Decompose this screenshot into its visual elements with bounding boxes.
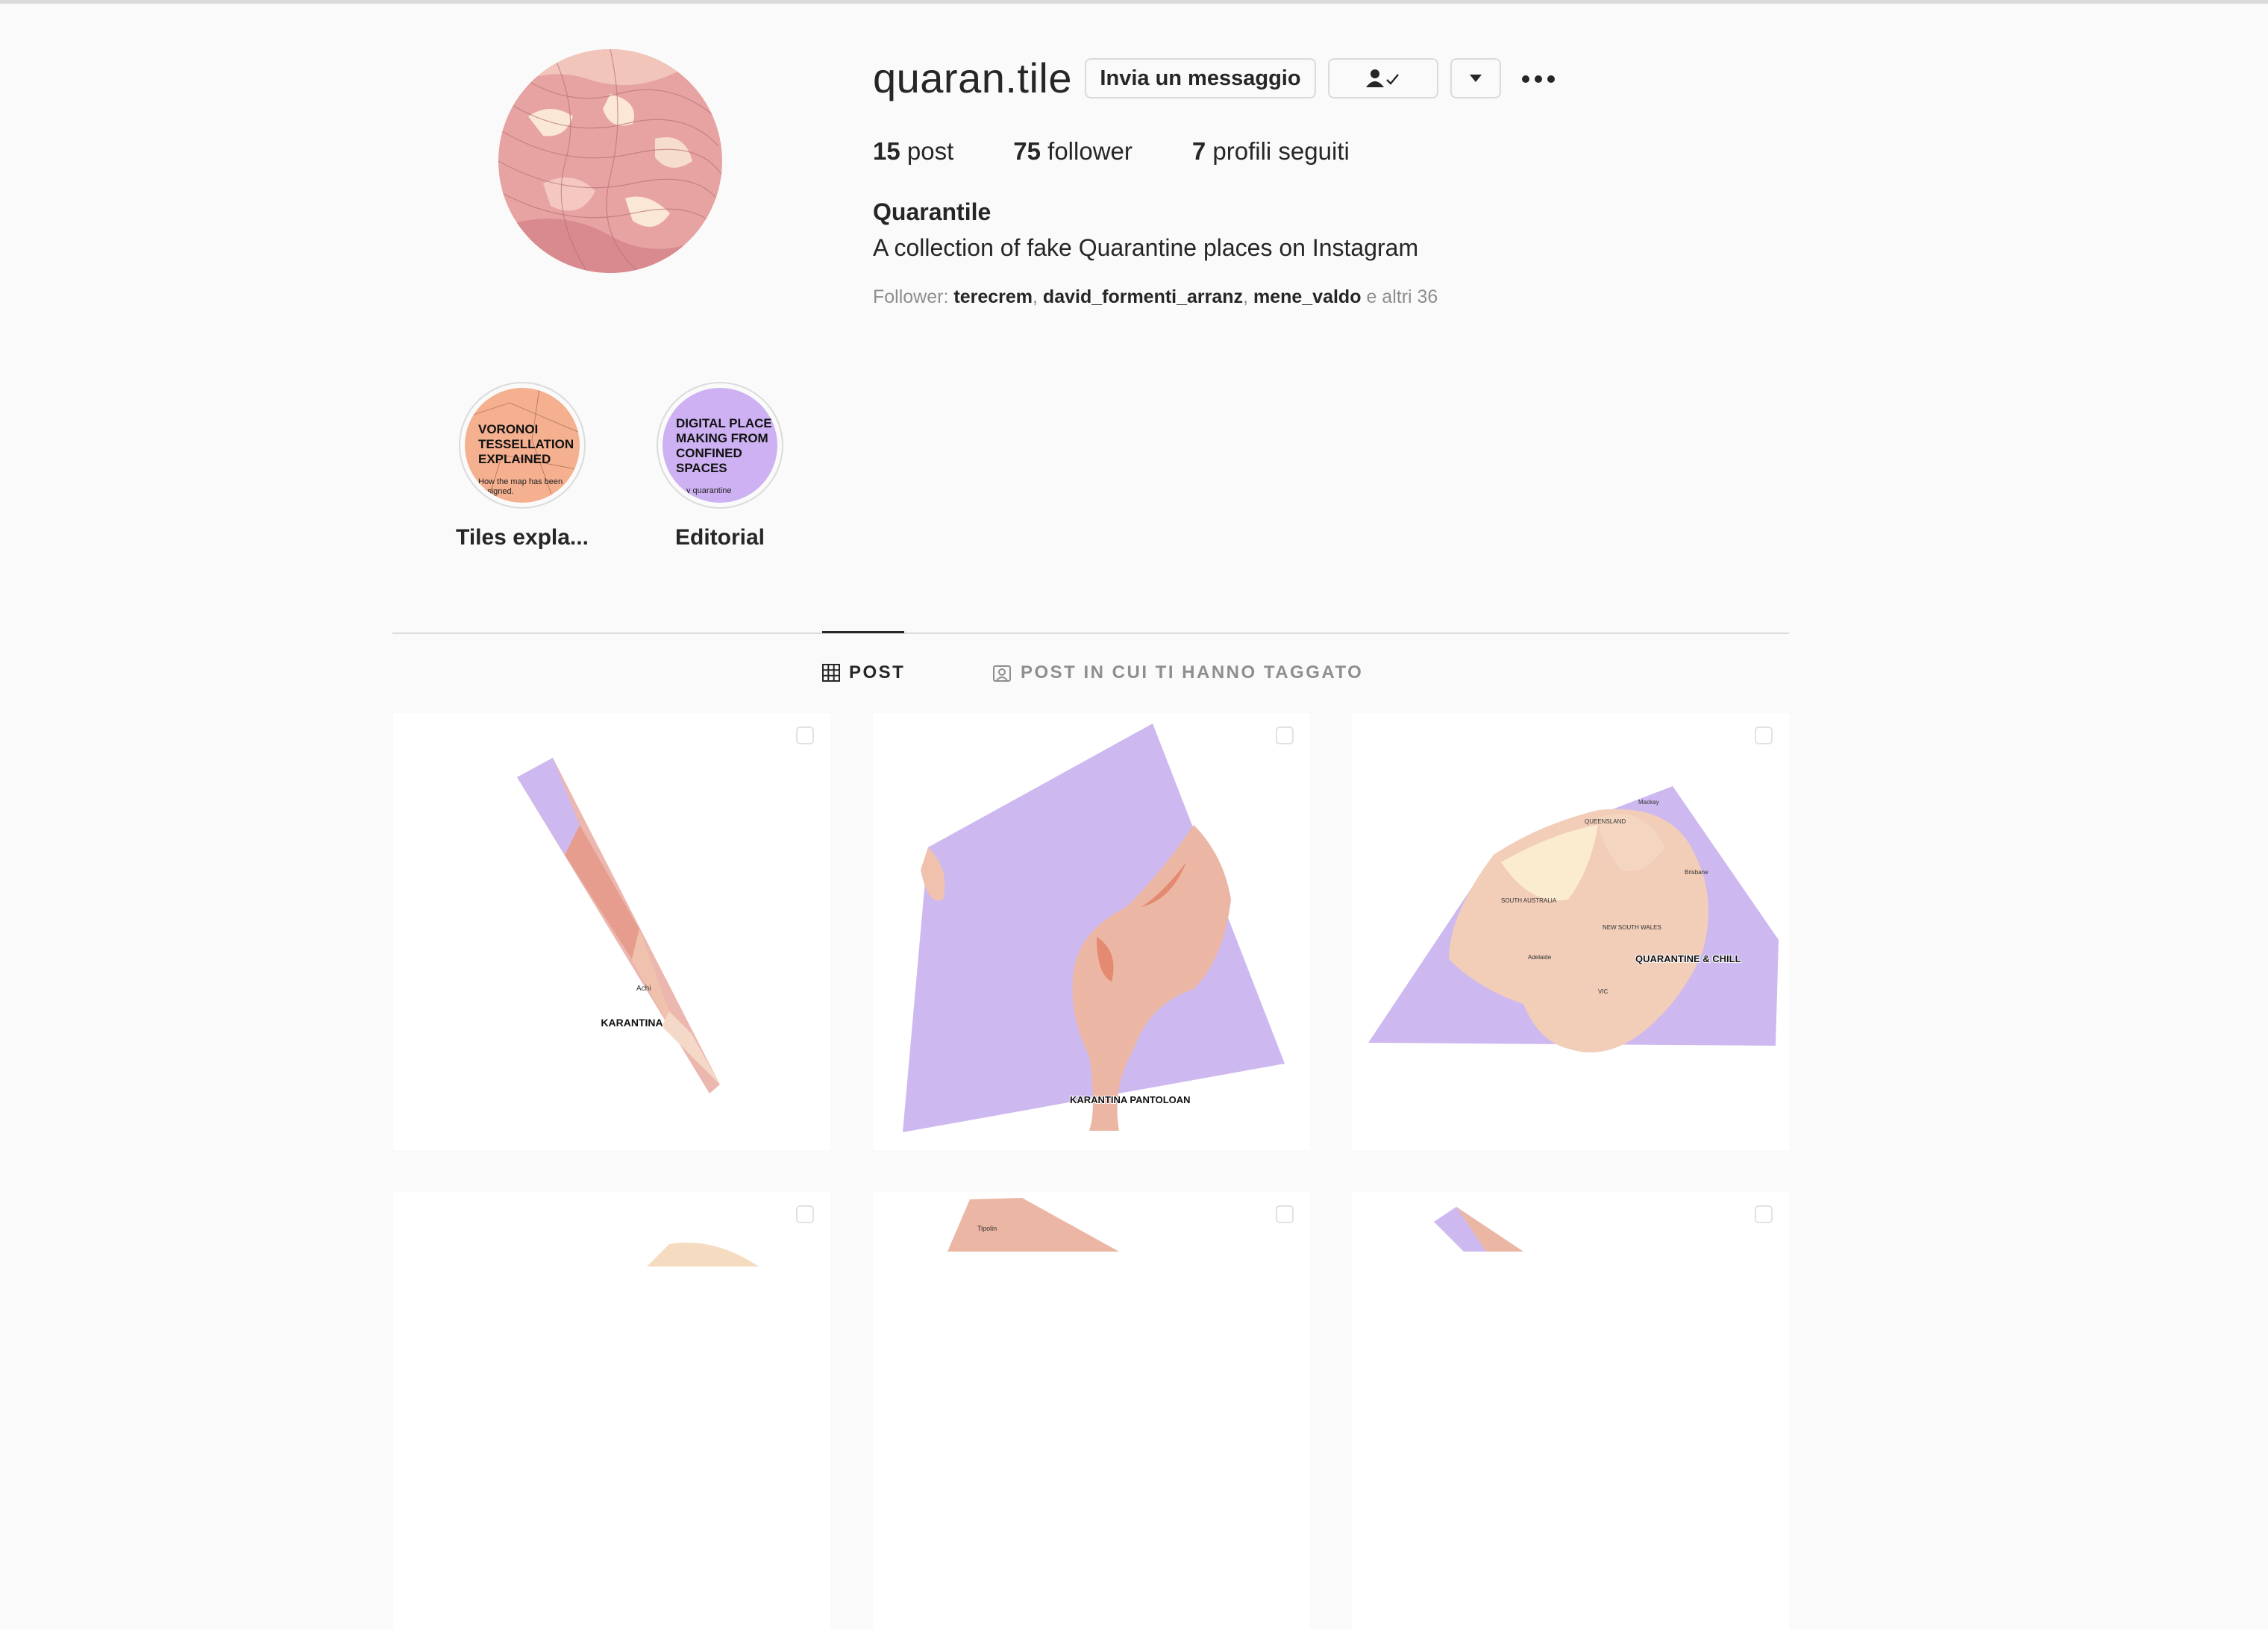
active-tab-indicator bbox=[822, 631, 904, 633]
follower-name[interactable]: mene_valdo bbox=[1253, 286, 1362, 307]
stat-following[interactable]: 7 profili seguiti bbox=[1192, 137, 1350, 166]
map-label: Adelaide bbox=[1528, 954, 1552, 961]
follower-name[interactable]: terecrem bbox=[953, 286, 1033, 307]
multi-photo-icon bbox=[796, 726, 814, 744]
post-tile[interactable]: Tipolin bbox=[873, 1192, 1310, 1629]
multi-photo-icon bbox=[796, 1205, 814, 1223]
stat-followers[interactable]: 75 follower bbox=[1013, 137, 1133, 166]
highlight-tiles-explained[interactable]: VORONOI TESSELLATION EXPLAINED How the m… bbox=[444, 382, 601, 550]
multi-photo-icon bbox=[1276, 1205, 1294, 1223]
stat-posts[interactable]: 15 post bbox=[873, 137, 953, 166]
message-button[interactable]: Invia un messaggio bbox=[1085, 58, 1316, 98]
map-label: SOUTH AUSTRALIA bbox=[1501, 897, 1557, 904]
more-dots-icon bbox=[1522, 75, 1529, 83]
map-label: Brisbane bbox=[1685, 869, 1708, 876]
follower-name[interactable]: david_formenti_arranz bbox=[1043, 286, 1243, 307]
caret-down-icon bbox=[1470, 75, 1482, 82]
post-tile[interactable] bbox=[393, 1192, 830, 1629]
map-label: QUEENSLAND bbox=[1585, 818, 1626, 825]
highlight-editorial[interactable]: DIGITAL PLACE MAKING FROM CONFINED SPACE… bbox=[642, 382, 798, 550]
map-label: NEW SOUTH WALES bbox=[1603, 924, 1661, 931]
highlight-cover: VORONOI TESSELLATION EXPLAINED How the m… bbox=[459, 382, 586, 509]
suggestions-dropdown-button[interactable] bbox=[1450, 58, 1501, 98]
place-label: KARANTINA bbox=[601, 1017, 662, 1029]
highlight-cover-subtitle: How the map has been designed. bbox=[478, 477, 563, 496]
profile-stats: 15 post 75 follower 7 profili seguiti bbox=[873, 137, 1409, 166]
post-tile[interactable]: KARANTINA PANTOLOAN bbox=[873, 713, 1310, 1150]
top-border bbox=[0, 0, 2268, 4]
profile-avatar[interactable] bbox=[498, 49, 722, 273]
highlight-cover-title: DIGITAL PLACE MAKING FROM CONFINED SPACE… bbox=[676, 416, 772, 475]
post-tile[interactable]: QUEENSLAND SOUTH AUSTRALIA NEW SOUTH WAL… bbox=[1352, 713, 1789, 1150]
place-label: QUARANTINE & CHILL bbox=[1635, 953, 1741, 964]
person-check-icon bbox=[1366, 69, 1399, 87]
multi-photo-icon bbox=[1276, 726, 1294, 744]
highlight-label: Editorial bbox=[674, 525, 765, 550]
highlight-cover: DIGITAL PLACE MAKING FROM CONFINED SPACE… bbox=[657, 382, 783, 509]
map-label: Mackay bbox=[1638, 799, 1659, 806]
profile-full-name: Quarantile bbox=[873, 198, 992, 225]
multi-photo-icon bbox=[1755, 1205, 1773, 1223]
more-options-button[interactable] bbox=[1517, 63, 1559, 95]
multi-photo-icon bbox=[1755, 726, 1773, 744]
tagged-icon bbox=[993, 665, 1011, 682]
highlight-label: Tiles expla... bbox=[456, 525, 589, 550]
map-label: Achi bbox=[636, 985, 651, 993]
map-label: Tipolin bbox=[977, 1225, 997, 1232]
following-button[interactable] bbox=[1328, 58, 1438, 98]
grid-icon bbox=[822, 664, 840, 682]
post-tile[interactable]: Achi KARANTINA bbox=[393, 713, 830, 1150]
map-label: VIC bbox=[1598, 988, 1608, 995]
place-label: KARANTINA PANTOLOAN bbox=[1070, 1094, 1191, 1105]
followed-by[interactable]: Follower: terecrem, david_formenti_arran… bbox=[873, 286, 1438, 308]
highlight-cover-title: VORONOI TESSELLATION EXPLAINED bbox=[478, 422, 574, 466]
tab-tagged[interactable]: POST IN CUI TI HANNO TAGGATO bbox=[992, 662, 1363, 683]
profile-username: quaran.tile bbox=[873, 54, 1073, 101]
profile-bio: A collection of fake Quarantine places o… bbox=[873, 234, 1419, 261]
post-tile[interactable] bbox=[1352, 1192, 1789, 1629]
highlight-cover-subtitle: y quarantine bbox=[686, 486, 732, 495]
tabs-divider bbox=[392, 633, 1789, 634]
tab-posts[interactable]: POST bbox=[822, 662, 905, 683]
